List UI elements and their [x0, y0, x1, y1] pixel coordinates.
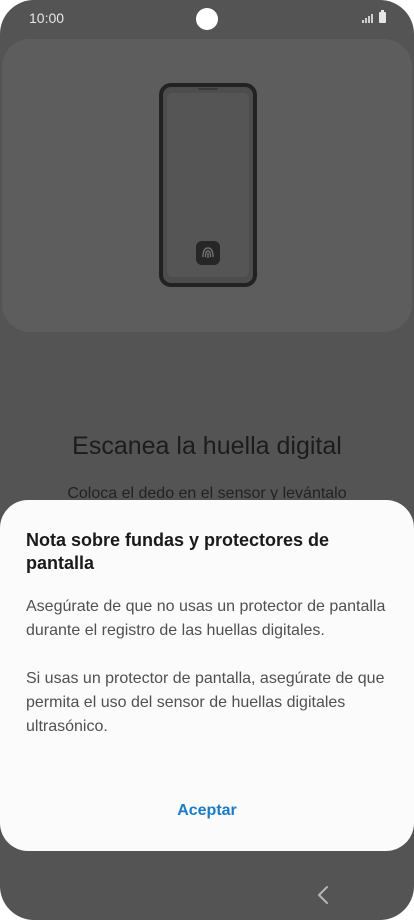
- status-time: 10:00: [29, 10, 65, 26]
- dialog-body: Asegúrate de que no usas un protector de…: [26, 595, 388, 739]
- battery-icon: [379, 10, 386, 23]
- fingerprint-illustration-card: [2, 39, 412, 332]
- front-camera: [196, 8, 218, 30]
- back-icon[interactable]: [313, 883, 333, 907]
- accept-button[interactable]: Aceptar: [147, 796, 267, 826]
- phone-illustration-icon: [159, 83, 257, 287]
- status-icons: [362, 10, 386, 23]
- screen: 10:00 Escanea la huella digital Coloca e…: [0, 0, 414, 920]
- page-title: Escanea la huella digital: [72, 432, 342, 460]
- screen-protector-dialog: Nota sobre fundas y protectores de panta…: [0, 500, 414, 851]
- fingerprint-icon: [196, 241, 220, 265]
- status-bar: 10:00: [0, 0, 414, 36]
- dialog-paragraph: Si usas un protector de pantalla, asegúr…: [26, 670, 385, 735]
- dialog-title: Nota sobre fundas y protectores de panta…: [26, 530, 330, 573]
- dialog-paragraph: Asegúrate de que no usas un protector de…: [26, 598, 386, 639]
- signal-icon: [362, 13, 373, 23]
